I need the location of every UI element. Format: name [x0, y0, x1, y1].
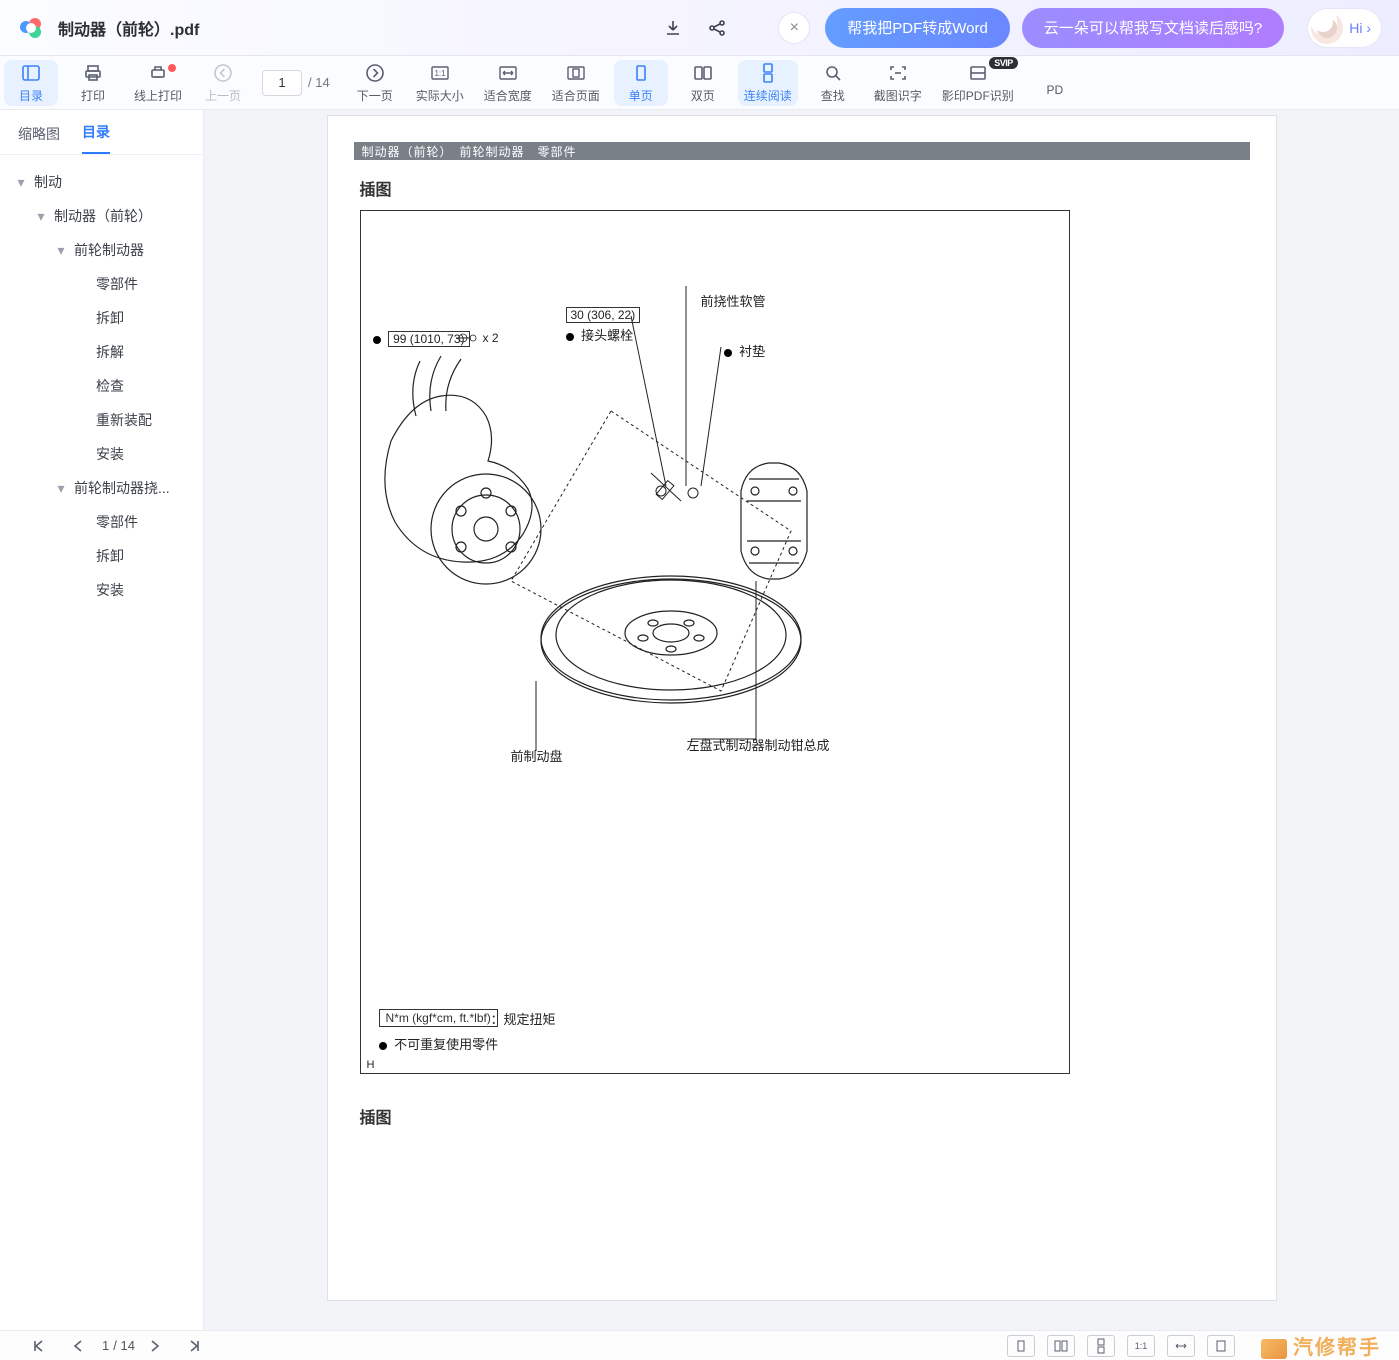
find-tool[interactable]: 查找	[806, 60, 860, 106]
toc-item[interactable]: 零部件	[6, 267, 203, 301]
assistant-hi-label: Hi ›	[1349, 20, 1371, 36]
page-current-input[interactable]: 1	[262, 70, 302, 96]
title-bar: 制动器（前轮）.pdf × 帮我把PDF转成Word 云一朵可以帮我写文档读后感…	[0, 0, 1399, 56]
single-page-tool[interactable]: 单页	[614, 60, 668, 106]
app-logo	[18, 15, 44, 41]
page-total-label: / 14	[113, 1338, 135, 1353]
print-tool[interactable]: 打印	[66, 60, 120, 106]
prompt-close-button[interactable]: ×	[779, 13, 809, 43]
toc-item[interactable]: 零部件	[6, 505, 203, 539]
toc-item[interactable]: 拆卸	[6, 539, 203, 573]
screenshot-ocr-tool[interactable]: 截图识字	[868, 60, 928, 106]
svg-text:1:1: 1:1	[434, 69, 446, 78]
view-actual-button[interactable]: 1:1	[1127, 1335, 1155, 1357]
convert-to-word-button[interactable]: 帮我把PDF转成Word	[825, 8, 1010, 48]
last-page-button[interactable]	[181, 1335, 209, 1357]
section-title: 插图	[360, 176, 1250, 200]
ai-summary-button[interactable]: 云一朵可以帮我写文档读后感吗?	[1022, 8, 1284, 48]
toc-item[interactable]: 拆卸	[6, 301, 203, 335]
chevron-down-icon: ▾	[54, 243, 68, 257]
main-area: 缩略图 目录 ▾制动 ▾制动器（前轮） ▾前轮制动器 零部件 拆卸 拆解 检查 …	[0, 110, 1399, 1330]
watermark-icon	[1261, 1339, 1287, 1359]
sidebar-tabs: 缩略图 目录	[0, 110, 203, 155]
bullet-icon	[379, 1042, 387, 1050]
tab-thumbnails[interactable]: 缩略图	[18, 124, 60, 154]
legend-noreuse: 不可重复使用零件	[394, 1037, 498, 1052]
online-print-tool[interactable]: 线上打印	[128, 60, 188, 106]
figure: 99 (1010, 73) x 2 30 (306, 22) 接头螺栓 前挠性软…	[360, 210, 1070, 1074]
legend-unit: N*m (kgf*cm, ft.*lbf)	[379, 1009, 498, 1027]
toc-item[interactable]: ▾前轮制动器	[6, 233, 203, 267]
double-page-tool[interactable]: 双页	[676, 60, 730, 106]
next-page-button[interactable]	[141, 1335, 169, 1357]
legend-label: ：规定扭矩	[491, 1009, 556, 1028]
svip-badge: SVIP	[989, 57, 1018, 69]
page-current-label: 1	[102, 1338, 109, 1353]
view-fitp-button[interactable]	[1207, 1335, 1235, 1357]
status-bar: 1 / 14 1:1 汽修帮手	[0, 1330, 1399, 1360]
section-title: 插图	[360, 1104, 1250, 1128]
notification-dot-icon	[168, 64, 176, 72]
toc-item[interactable]: 检查	[6, 369, 203, 403]
fit-page-tool[interactable]: 适合页面	[546, 60, 606, 106]
pdf-page: 制动器（前轮） 前轮制动器 零部件 插图 99 (1010, 73) x 2 3…	[328, 116, 1276, 1300]
view-single-button[interactable]	[1007, 1335, 1035, 1357]
chevron-down-icon: ▾	[14, 175, 28, 189]
chevron-down-icon: ▾	[54, 481, 68, 495]
toc-item[interactable]: 重新装配	[6, 403, 203, 437]
assistant-avatar-button[interactable]: Hi ›	[1308, 9, 1381, 47]
continuous-read-tool[interactable]: 连续阅读	[738, 60, 798, 106]
prev-page-button[interactable]	[64, 1335, 92, 1357]
diagram-illustration	[361, 211, 1069, 911]
share-button[interactable]	[699, 10, 735, 46]
section-band: 制动器（前轮） 前轮制动器 零部件	[354, 142, 1250, 160]
tab-toc[interactable]: 目录	[82, 122, 110, 154]
actual-size-tool[interactable]: 1:1 实际大小	[410, 60, 470, 106]
first-page-button[interactable]	[24, 1335, 52, 1357]
toc-item[interactable]: ▾制动器（前轮）	[6, 199, 203, 233]
assistant-avatar-icon	[1311, 12, 1343, 44]
fit-width-tool[interactable]: 适合宽度	[478, 60, 538, 106]
sidebar: 缩略图 目录 ▾制动 ▾制动器（前轮） ▾前轮制动器 零部件 拆卸 拆解 检查 …	[0, 110, 204, 1330]
view-continuous-button[interactable]	[1087, 1335, 1115, 1357]
document-title: 制动器（前轮）.pdf	[58, 16, 199, 40]
download-button[interactable]	[655, 10, 691, 46]
pd-tool[interactable]: PD	[1028, 60, 1082, 106]
page-total-label: / 14	[308, 75, 330, 90]
page-indicator: 1 / 14	[262, 68, 336, 98]
figure-footer-h: H	[367, 1059, 375, 1071]
view-double-button[interactable]	[1047, 1335, 1075, 1357]
view-fitw-button[interactable]	[1167, 1335, 1195, 1357]
next-page-tool[interactable]: 下一页	[348, 60, 402, 106]
toc-item[interactable]: 安装	[6, 573, 203, 607]
toc-item[interactable]: 安装	[6, 437, 203, 471]
chevron-down-icon: ▾	[34, 209, 48, 223]
toc-item[interactable]: 拆解	[6, 335, 203, 369]
toc-item[interactable]: ▾前轮制动器挠...	[6, 471, 203, 505]
main-toolbar: 目录 打印 线上打印 上一页 1 / 14 下一页 1:1 实际大小 适合宽度 …	[0, 56, 1399, 110]
watermark: 汽修帮手	[1261, 1331, 1381, 1360]
prev-page-tool: 上一页	[196, 60, 250, 106]
scan-pdf-tool[interactable]: SVIP 影印PDF识别	[936, 60, 1020, 106]
toc-tree: ▾制动 ▾制动器（前轮） ▾前轮制动器 零部件 拆卸 拆解 检查 重新装配 安装…	[0, 155, 203, 1330]
document-viewport[interactable]: 制动器（前轮） 前轮制动器 零部件 插图 99 (1010, 73) x 2 3…	[204, 110, 1399, 1330]
toc-item[interactable]: ▾制动	[6, 165, 203, 199]
outline-tool[interactable]: 目录	[4, 60, 58, 106]
